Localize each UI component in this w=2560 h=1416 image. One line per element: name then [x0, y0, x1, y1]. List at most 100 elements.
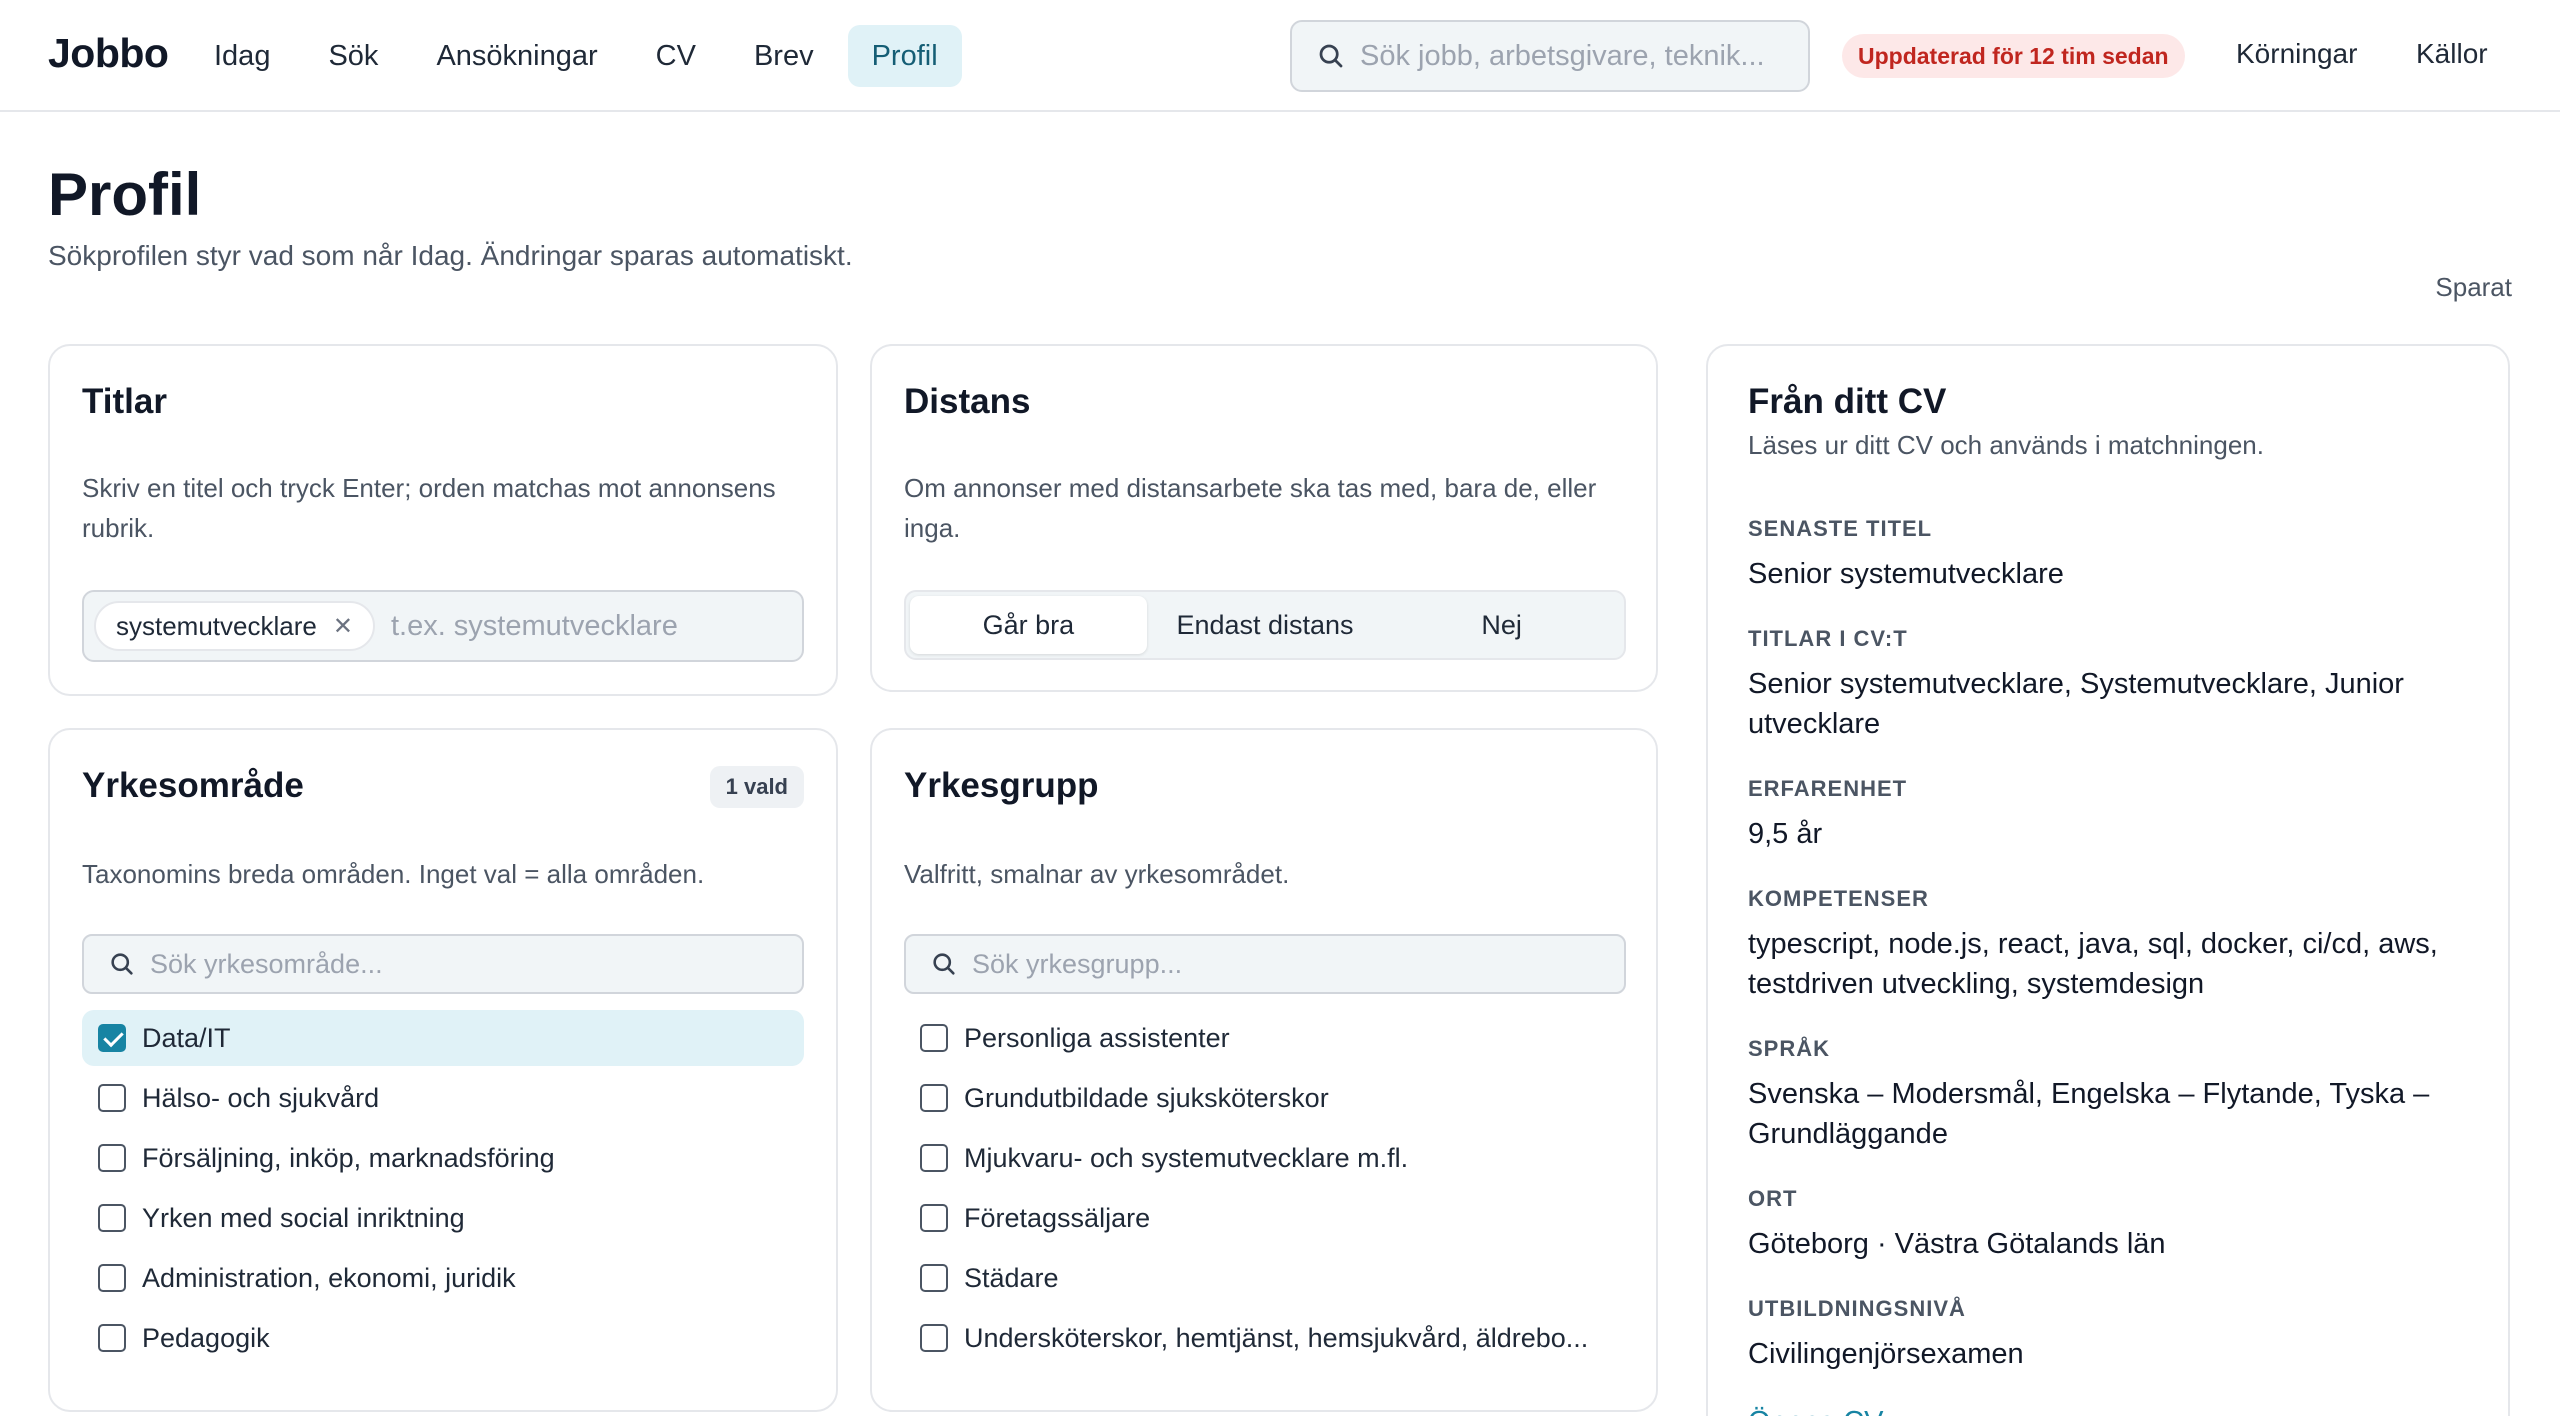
area-option-admin[interactable]: Administration, ekonomi, juridik — [82, 1250, 804, 1306]
checkbox[interactable] — [98, 1324, 126, 1352]
group-option[interactable]: Grundutbildade sjuksköterskor — [904, 1070, 1626, 1126]
page-subtitle: Sökprofilen styr vad som når Idag. Ändri… — [48, 240, 853, 271]
top-navbar: Jobbo Idag Sök Ansökningar CV Brev Profi… — [0, 0, 2560, 112]
area-card: Yrkesområde 1 vald Taxonomins breda områ… — [48, 728, 838, 1412]
checkbox[interactable] — [920, 1324, 948, 1352]
group-search[interactable] — [904, 934, 1626, 994]
group-option[interactable]: Företagssäljare — [904, 1190, 1626, 1246]
remote-card: Distans Om annonser med distansarbete sk… — [870, 344, 1658, 692]
titles-card-desc: Skriv en titel och tryck Enter; orden ma… — [82, 473, 776, 543]
option-label: Hälso- och sjukvård — [142, 1082, 380, 1113]
nav-item-idag[interactable]: Idag — [190, 25, 294, 87]
group-card-desc: Valfritt, smalnar av yrkesområdet. — [904, 859, 1290, 889]
status-badge: Uppdaterad för 12 tim sedan — [1842, 34, 2185, 78]
cv-field-value: typescript, node.js, react, java, sql, d… — [1748, 928, 2438, 1000]
titles-card: Titlar Skriv en titel och tryck Enter; o… — [48, 344, 838, 696]
cv-field-value: Senior systemutvecklare, Systemutvecklar… — [1748, 668, 2404, 740]
search-icon — [1319, 44, 1343, 68]
group-card-title: Yrkesgrupp — [904, 766, 1099, 805]
group-search-input[interactable] — [972, 948, 1572, 980]
cv-field-value: Senior systemutvecklare — [1748, 558, 2064, 590]
remote-option-ok[interactable]: Går bra — [910, 596, 1147, 654]
cv-field-label: Språk — [1748, 1036, 1831, 1061]
cv-card-title: Från ditt CV — [1748, 382, 1947, 421]
nav-item-profil[interactable]: Profil — [847, 25, 962, 87]
cv-field-label: Titlar i CV:t — [1748, 626, 1908, 651]
option-label: Yrken med social inriktning — [142, 1202, 465, 1233]
global-search-input[interactable] — [1360, 39, 1800, 73]
area-option-pedagogy[interactable]: Pedagogik — [82, 1310, 804, 1366]
option-label: Grundutbildade sjuksköterskor — [964, 1082, 1329, 1113]
group-checklist: Personliga assistenter Grundutbildade sj… — [904, 1010, 1626, 1370]
option-label: Undersköterskor, hemtjänst, hemsjukvård,… — [964, 1322, 1589, 1353]
open-cv-link[interactable]: Öppna CV — [1748, 1406, 2468, 1416]
cv-fields: Senaste titel Senior systemutvecklare Ti… — [1748, 516, 2468, 1416]
group-option[interactable]: Städare — [904, 1250, 1626, 1306]
nav-item-cv[interactable]: CV — [632, 25, 720, 87]
page-title: Profil — [48, 161, 202, 228]
remote-option-no[interactable]: Nej — [1383, 596, 1620, 654]
option-label: Försäljning, inköp, marknadsföring — [142, 1142, 555, 1173]
area-option-sales[interactable]: Försäljning, inköp, marknadsföring — [82, 1130, 804, 1186]
cv-field-value: Göteborg · Västra Götalands län — [1748, 1228, 2166, 1260]
checkbox[interactable] — [920, 1264, 948, 1292]
global-search[interactable] — [1290, 20, 1810, 92]
checkbox[interactable] — [920, 1204, 948, 1232]
cv-field-value: Civilingenjörsexamen — [1748, 1338, 2024, 1370]
option-label: Administration, ekonomi, juridik — [142, 1262, 516, 1293]
group-option[interactable]: Undersköterskor, hemtjänst, hemsjukvård,… — [904, 1310, 1626, 1366]
remote-card-title: Distans — [904, 382, 1031, 421]
group-option[interactable]: Mjukvaru- och systemutvecklare m.fl. — [904, 1130, 1626, 1186]
checkbox[interactable] — [98, 1204, 126, 1232]
title-input[interactable] — [390, 609, 771, 643]
area-card-title: Yrkesområde — [82, 766, 304, 805]
area-search[interactable] — [82, 934, 804, 994]
area-option-social[interactable]: Yrken med social inriktning — [82, 1190, 804, 1246]
titles-tag-input[interactable]: systemutvecklare ✕ — [82, 590, 804, 662]
cv-field-label: Erfarenhet — [1748, 776, 1908, 801]
remote-segmented-control: Går bra Endast distans Nej — [904, 590, 1626, 660]
main-nav: Idag Sök Ansökningar CV Brev Profil — [190, 25, 972, 87]
cv-card: Från ditt CV Läses ur ditt CV och använd… — [1706, 344, 2510, 1416]
area-search-input[interactable] — [150, 948, 750, 980]
cv-field-value: Svenska – Modersmål, Engelska – Flytande… — [1748, 1078, 2430, 1150]
option-label: Mjukvaru- och systemutvecklare m.fl. — [964, 1142, 1409, 1173]
sources-link[interactable]: Källor — [2416, 38, 2488, 70]
remote-option-only[interactable]: Endast distans — [1147, 596, 1384, 654]
checkbox[interactable] — [920, 1144, 948, 1172]
area-card-desc: Taxonomins breda områden. Inget val = al… — [82, 859, 705, 889]
save-status: Sparat — [2435, 272, 2512, 302]
checkbox[interactable] — [98, 1024, 126, 1052]
selected-count-badge: 1 vald — [709, 766, 804, 808]
group-option[interactable]: Personliga assistenter — [904, 1010, 1626, 1066]
remove-chip-icon[interactable]: ✕ — [333, 612, 353, 641]
option-label: Data/IT — [142, 1022, 231, 1053]
checkbox[interactable] — [98, 1144, 126, 1172]
option-label: Personliga assistenter — [964, 1022, 1230, 1053]
cv-field-label: Utbildningsnivå — [1748, 1296, 1966, 1321]
area-option-data-it[interactable]: Data/IT — [82, 1010, 804, 1066]
checkbox[interactable] — [920, 1024, 948, 1052]
search-icon — [933, 953, 955, 975]
cv-field-label: Kompetenser — [1748, 886, 1929, 911]
cv-field-label: Senaste titel — [1748, 516, 1933, 541]
checkbox[interactable] — [920, 1084, 948, 1112]
brand-logo[interactable]: Jobbo — [48, 30, 169, 77]
titles-card-title: Titlar — [82, 382, 167, 421]
area-option-health[interactable]: Hälso- och sjukvård — [82, 1070, 804, 1126]
remote-card-desc: Om annonser med distansarbete ska tas me… — [904, 473, 1597, 543]
nav-item-sok[interactable]: Sök — [304, 25, 402, 87]
nav-item-ansokningar[interactable]: Ansökningar — [412, 25, 621, 87]
runs-link[interactable]: Körningar — [2236, 38, 2357, 70]
nav-item-brev[interactable]: Brev — [730, 25, 838, 87]
search-icon — [111, 953, 133, 975]
title-chip: systemutvecklare ✕ — [94, 601, 375, 651]
option-label: Företagssäljare — [964, 1202, 1151, 1233]
group-card: Yrkesgrupp Valfritt, smalnar av yrkesomr… — [870, 728, 1658, 1412]
title-chip-label: systemutvecklare — [116, 610, 317, 641]
checkbox[interactable] — [98, 1084, 126, 1112]
checkbox[interactable] — [98, 1264, 126, 1292]
cv-card-subtitle: Läses ur ditt CV och används i matchning… — [1748, 430, 2264, 460]
cv-field-label: Ort — [1748, 1186, 1798, 1211]
option-label: Städare — [964, 1262, 1059, 1293]
